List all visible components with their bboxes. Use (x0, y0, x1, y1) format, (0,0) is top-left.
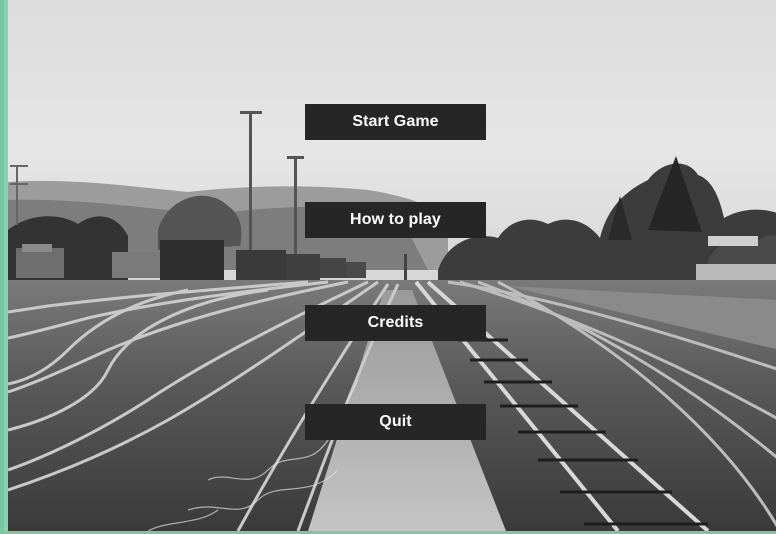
start-game-button[interactable]: Start Game (305, 104, 486, 140)
credits-button[interactable]: Credits (305, 305, 486, 341)
quit-button[interactable]: Quit (305, 404, 486, 440)
railway-background-image (8, 0, 776, 531)
game-window: Start Game How to play Credits Quit (0, 0, 776, 534)
how-to-play-button[interactable]: How to play (305, 202, 486, 238)
